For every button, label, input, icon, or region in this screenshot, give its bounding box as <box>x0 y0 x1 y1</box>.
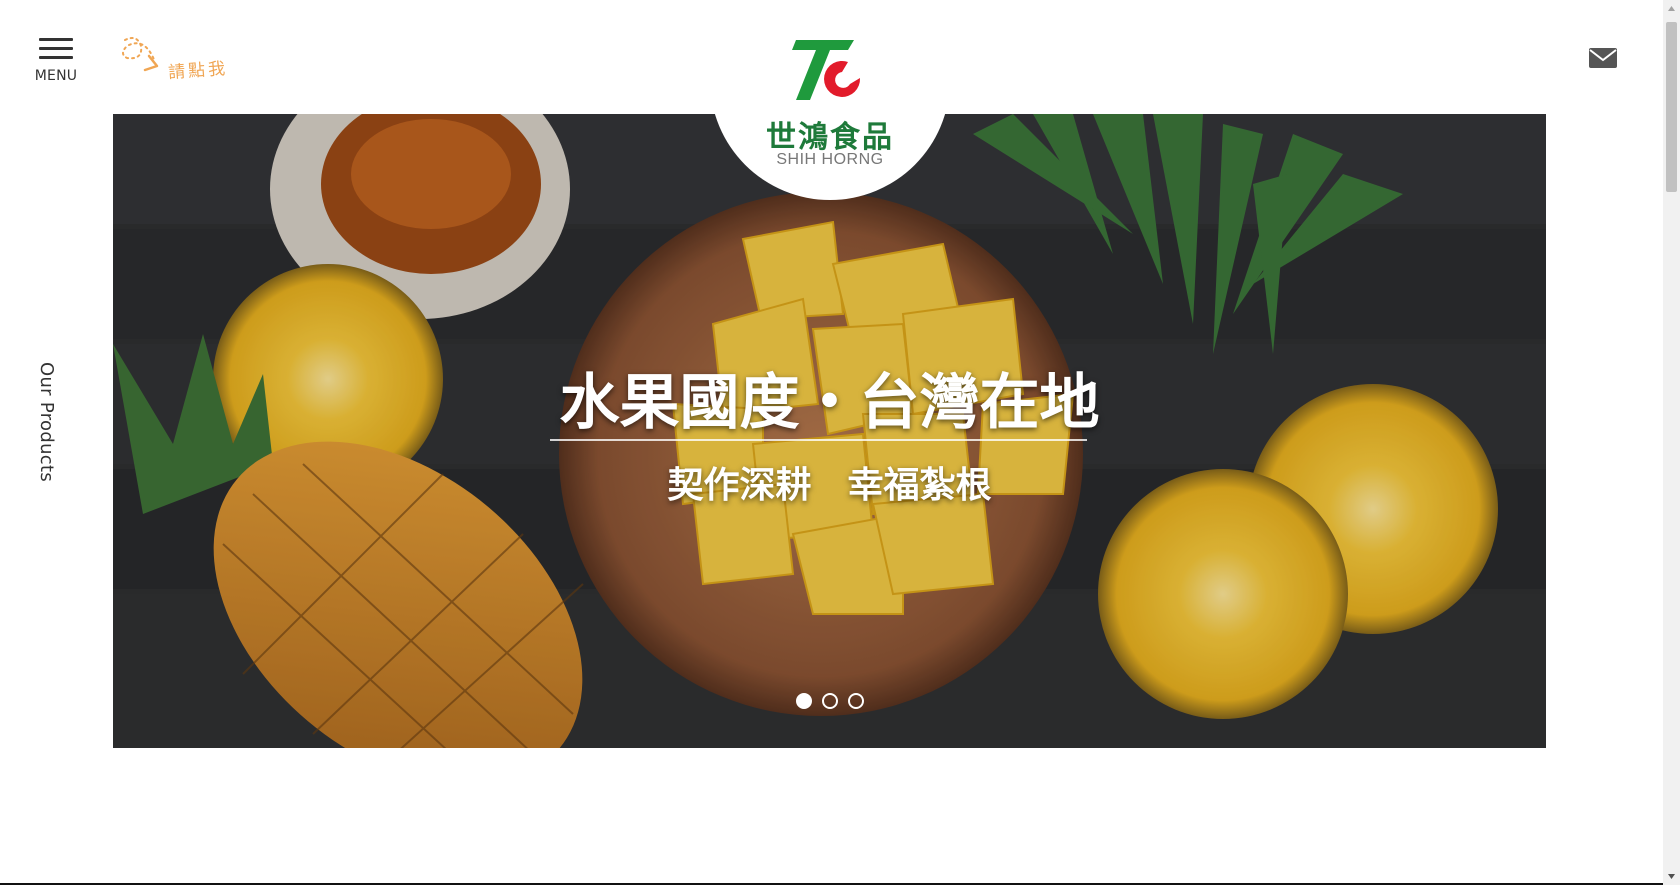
scroll-thumb[interactable] <box>1666 22 1677 192</box>
click-me-text: 請點我 <box>167 58 229 84</box>
mail-button[interactable] <box>1588 46 1618 70</box>
menu-button[interactable]: MENU <box>30 30 82 90</box>
hero-carousel[interactable]: 水果國度・台灣在地 契作深耕 幸福紮根 <box>113 114 1546 748</box>
caption-divider <box>550 439 1087 441</box>
banner-title: 水果國度・台灣在地 <box>559 368 1100 438</box>
carousel-dot-3[interactable] <box>847 693 864 709</box>
our-products-link[interactable]: Our Products <box>32 362 82 512</box>
scroll-up-arrow-icon[interactable] <box>1663 0 1680 17</box>
logo-chinese-name: 世鴻食品 <box>766 120 894 155</box>
shih-horng-logo-mark[interactable] <box>788 34 864 102</box>
vertical-scrollbar[interactable] <box>1663 0 1680 885</box>
carousel-indicators <box>113 693 1546 709</box>
dotted-arrow-icon <box>122 37 159 72</box>
banner-subtitle: 契作深耕 幸福紮根 <box>667 464 992 506</box>
logo-english-name: SHIH HORNG <box>776 151 884 168</box>
scroll-down-arrow-icon[interactable] <box>1663 868 1680 885</box>
click-me-hint[interactable]: 請點我 <box>115 32 240 84</box>
menu-label: MENU <box>34 68 78 84</box>
carousel-dot-1[interactable] <box>795 693 812 709</box>
carousel-dot-2[interactable] <box>821 693 838 709</box>
envelope-icon <box>1589 48 1617 68</box>
hamburger-icon <box>39 38 73 60</box>
our-products-label: Our Products <box>36 362 57 483</box>
